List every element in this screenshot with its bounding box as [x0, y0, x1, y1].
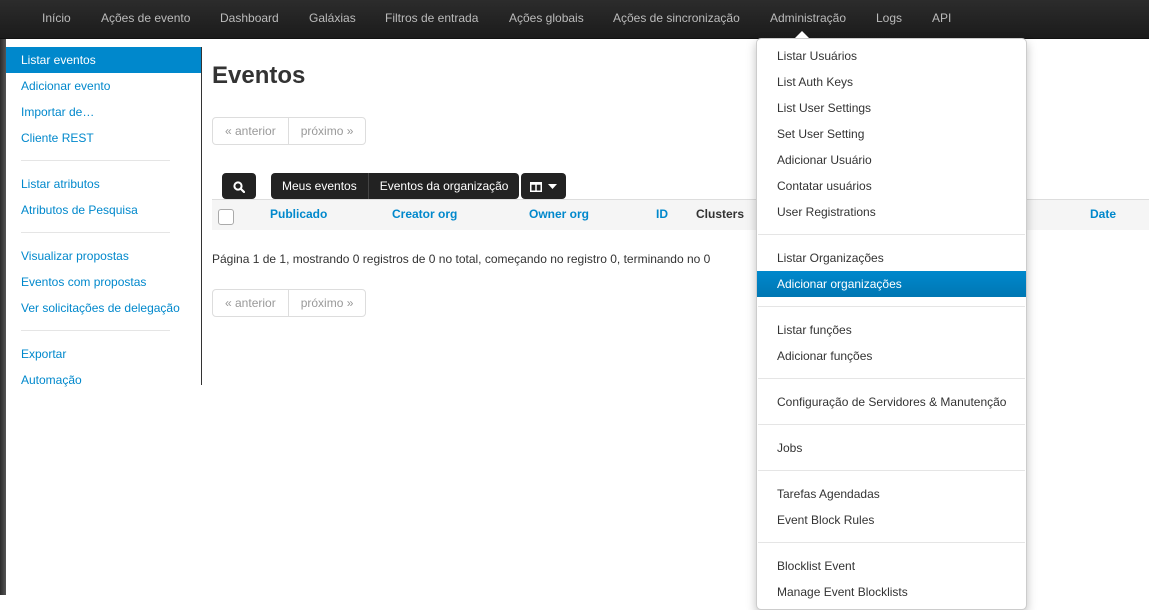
nav-filtros-de-entrada[interactable]: Filtros de entrada [385, 0, 478, 38]
pagination-top: « anterior próximo » [212, 117, 367, 145]
menu-item-jobs[interactable]: Jobs [757, 435, 1026, 461]
menu-divider [758, 424, 1025, 425]
select-all-checkbox[interactable] [218, 209, 234, 225]
sidebar-item-solicitacoes-delegacao[interactable]: Ver solicitações de delegação [6, 295, 201, 321]
menu-item-blocklist-event[interactable]: Blocklist Event [757, 553, 1026, 579]
sidebar-item-atributos-de-pesquisa[interactable]: Atributos de Pesquisa [6, 197, 201, 223]
menu-item-listar-funcoes[interactable]: Listar funções [757, 317, 1026, 343]
sidebar-item-automacao[interactable]: Automação [6, 367, 201, 393]
nav-api[interactable]: API [932, 0, 951, 38]
sidebar-item-cliente-rest[interactable]: Cliente REST [6, 125, 201, 151]
menu-item-adicionar-organizacoes[interactable]: Adicionar organizações [757, 271, 1026, 297]
nav-inicio[interactable]: Início [42, 0, 71, 38]
nav-acoes-de-sincronizacao[interactable]: Ações de sincronização [613, 0, 740, 38]
prev-page-button[interactable]: « anterior [213, 118, 288, 144]
next-page-button[interactable]: próximo » [287, 290, 366, 316]
prev-page-button[interactable]: « anterior [213, 290, 288, 316]
menu-divider [758, 378, 1025, 379]
sidebar-item-listar-atributos[interactable]: Listar atributos [6, 171, 201, 197]
org-events-button[interactable]: Eventos da organização [367, 173, 520, 199]
top-navbar: Início Ações de evento Dashboard Galáxia… [0, 0, 1149, 39]
search-icon [233, 181, 246, 193]
nav-acoes-de-evento[interactable]: Ações de evento [101, 0, 190, 38]
sidebar-item-visualizar-propostas[interactable]: Visualizar propostas [6, 243, 201, 269]
menu-divider [758, 470, 1025, 471]
menu-item-user-registrations[interactable]: User Registrations [757, 199, 1026, 225]
pagination-bottom: « anterior próximo » [212, 289, 367, 317]
column-header-date[interactable]: Date [1090, 200, 1116, 228]
menu-item-set-user-setting[interactable]: Set User Setting [757, 121, 1026, 147]
event-filter-group: Meus eventos Eventos da organização [271, 173, 520, 199]
admin-dropdown-menu: Listar Usuários List Auth Keys List User… [756, 38, 1027, 610]
next-page-button[interactable]: próximo » [287, 118, 366, 144]
menu-item-adicionar-funcoes[interactable]: Adicionar funções [757, 343, 1026, 369]
sidebar-divider [21, 160, 170, 161]
sidebar-item-adicionar-evento[interactable]: Adicionar evento [6, 73, 201, 99]
menu-item-manage-event-blocklists[interactable]: Manage Event Blocklists [757, 579, 1026, 605]
my-events-button[interactable]: Meus eventos [271, 173, 368, 199]
sidebar-item-importar[interactable]: Importar de… [6, 99, 201, 125]
caret-down-icon [547, 183, 557, 189]
menu-divider [758, 542, 1025, 543]
dropdown-caret [795, 31, 809, 38]
column-header-owner-org[interactable]: Owner org [529, 200, 589, 228]
column-header-id[interactable]: ID [656, 200, 668, 228]
menu-item-listar-organizacoes[interactable]: Listar Organizações [757, 245, 1026, 271]
sidebar-item-listar-eventos[interactable]: Listar eventos [6, 47, 201, 73]
menu-item-listar-usuarios[interactable]: Listar Usuários [757, 43, 1026, 69]
columns-icon [530, 181, 543, 192]
pagination-summary: Página 1 de 1, mostrando 0 registros de … [212, 252, 711, 266]
sidebar-item-eventos-com-propostas[interactable]: Eventos com propostas [6, 269, 201, 295]
sidebar-item-exportar[interactable]: Exportar [6, 341, 201, 367]
menu-divider [758, 234, 1025, 235]
menu-item-event-block-rules[interactable]: Event Block Rules [757, 507, 1026, 533]
sidebar-divider [21, 330, 170, 331]
nav-galaxias[interactable]: Galáxias [309, 0, 356, 38]
column-header-creator-org[interactable]: Creator org [392, 200, 457, 228]
search-button[interactable] [222, 173, 256, 199]
menu-item-list-user-settings[interactable]: List User Settings [757, 95, 1026, 121]
nav-acoes-globais[interactable]: Ações globais [509, 0, 584, 38]
column-header-clusters: Clusters [696, 207, 745, 221]
menu-item-adicionar-usuario[interactable]: Adicionar Usuário [757, 147, 1026, 173]
nav-logs[interactable]: Logs [876, 0, 902, 38]
column-header-publicado[interactable]: Publicado [270, 200, 327, 228]
nav-dashboard[interactable]: Dashboard [220, 0, 279, 38]
menu-divider [758, 306, 1025, 307]
menu-item-configuracao-servidores[interactable]: Configuração de Servidores & Manutenção [757, 389, 1026, 415]
menu-item-tarefas-agendadas[interactable]: Tarefas Agendadas [757, 481, 1026, 507]
menu-item-list-auth-keys[interactable]: List Auth Keys [757, 69, 1026, 95]
menu-item-contatar-usuarios[interactable]: Contatar usuários [757, 173, 1026, 199]
sidebar: Listar eventos Adicionar evento Importar… [6, 47, 202, 387]
sidebar-divider [21, 232, 170, 233]
page-title: Eventos [212, 62, 306, 89]
column-picker-button[interactable] [521, 173, 566, 199]
